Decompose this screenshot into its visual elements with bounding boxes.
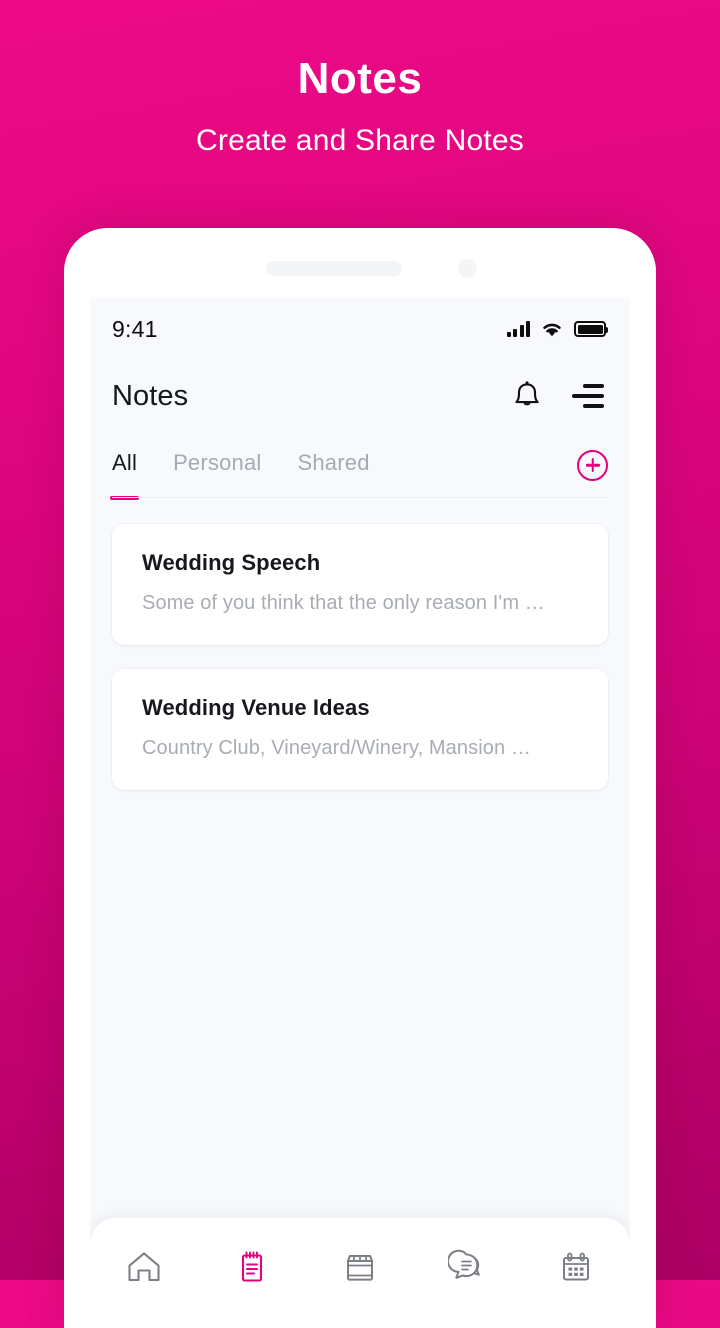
calendar-icon: [556, 1247, 596, 1287]
notepad-icon: [232, 1247, 272, 1287]
page-title: Notes: [112, 379, 189, 412]
note-title: Wedding Venue Ideas: [142, 695, 370, 720]
phone-mockup: 9:41 Notes All Personal Shared Wedding S…: [64, 228, 656, 1328]
cellular-signal-icon: [506, 321, 530, 337]
note-title: Wedding Speech: [142, 550, 321, 575]
app-bar-actions: [512, 380, 604, 412]
home-icon: [124, 1247, 164, 1287]
add-note-button[interactable]: [577, 449, 608, 481]
promo-header: Notes Create and Share Notes: [0, 0, 720, 158]
note-snippet: Some of you think that the only reason I…: [142, 592, 545, 614]
wifi-icon: [540, 320, 564, 338]
app-bar: Notes: [90, 360, 630, 432]
nav-item-notes[interactable]: [225, 1240, 279, 1294]
speaker-grill-icon: [266, 261, 402, 276]
note-card[interactable]: Wedding Venue Ideas Country Club, Vineya…: [112, 669, 608, 790]
hamburger-menu-icon[interactable]: [572, 384, 604, 408]
nav-item-store[interactable]: [333, 1240, 387, 1294]
promo-title: Notes: [297, 54, 423, 103]
tab-personal[interactable]: Personal: [173, 450, 261, 480]
bottom-navigation-bar: [90, 1218, 630, 1328]
tab-bar: All Personal Shared: [90, 432, 630, 500]
notes-list: Wedding Speech Some of you think that th…: [90, 498, 630, 790]
phone-top-bezel: [64, 228, 656, 298]
nav-item-chat[interactable]: [441, 1240, 495, 1294]
chat-bubbles-icon: [448, 1247, 488, 1287]
phone-screen: 9:41 Notes All Personal Shared Wedding S…: [90, 298, 630, 1328]
tab-all[interactable]: All: [109, 450, 140, 500]
promo-subtitle: Create and Share Notes: [196, 124, 524, 158]
store-icon: [340, 1247, 380, 1287]
status-bar: 9:41: [90, 298, 630, 360]
tab-shared[interactable]: Shared: [298, 450, 370, 480]
bell-icon[interactable]: [512, 380, 542, 412]
front-camera-icon: [458, 259, 477, 278]
note-snippet: Country Club, Vineyard/Winery, Mansion …: [142, 737, 531, 759]
status-time: 9:41: [112, 315, 158, 342]
nav-item-home[interactable]: [117, 1240, 171, 1294]
nav-item-calendar[interactable]: [549, 1240, 603, 1294]
status-indicators: [506, 320, 608, 338]
battery-full-icon: [574, 321, 608, 337]
note-card[interactable]: Wedding Speech Some of you think that th…: [112, 524, 608, 645]
tab-divider: [112, 497, 608, 498]
